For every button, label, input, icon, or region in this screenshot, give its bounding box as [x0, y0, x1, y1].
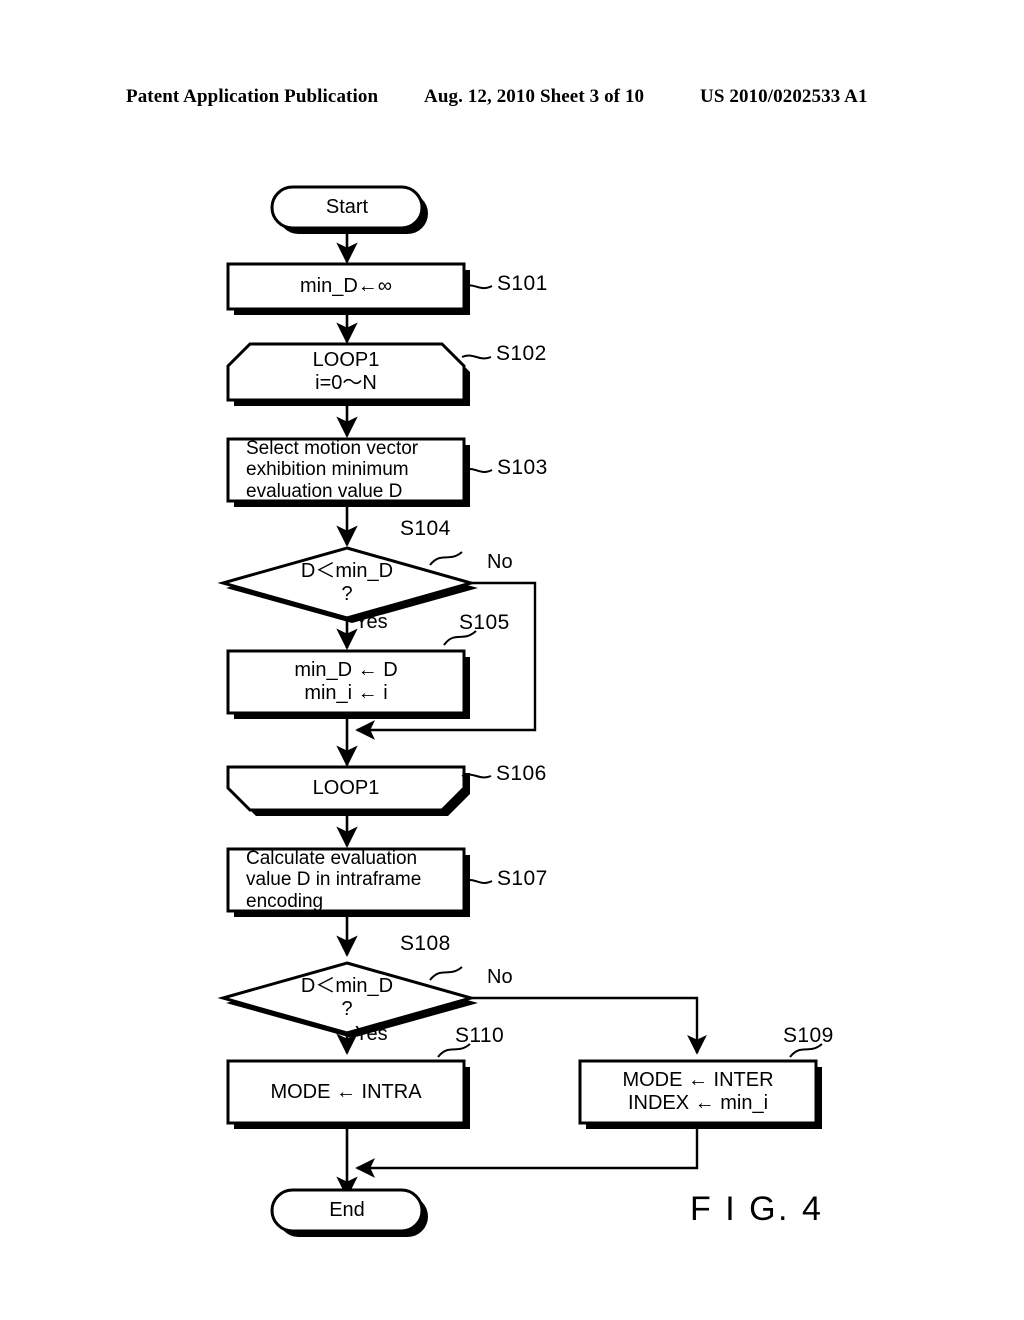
node-s108-shape [217, 961, 478, 1038]
node-s103-shape [226, 437, 470, 507]
node-s106-shape [226, 765, 470, 816]
connector-s109-merge [355, 1123, 699, 1178]
node-end-shape [270, 1188, 428, 1237]
leader-s110 [437, 1043, 471, 1058]
node-start-shape [270, 185, 428, 234]
node-s101-shape [226, 262, 470, 315]
node-s110-shape [226, 1059, 470, 1129]
node-s109-shape [578, 1059, 822, 1129]
leader-s108 [429, 966, 463, 981]
node-s105-shape [226, 649, 470, 719]
leader-s104 [429, 551, 463, 566]
connector-s108-no-to-s109 [471, 996, 707, 1055]
leader-s105 [443, 630, 477, 646]
patent-figure-page: Patent Application Publication Aug. 12, … [0, 0, 1024, 1320]
node-s107-shape [226, 847, 470, 917]
node-s102-shape [226, 342, 470, 406]
leader-s109 [789, 1043, 823, 1058]
node-s104-shape [217, 546, 478, 623]
flowchart-diagram [217, 185, 823, 1237]
leader-s102 [461, 354, 492, 360]
